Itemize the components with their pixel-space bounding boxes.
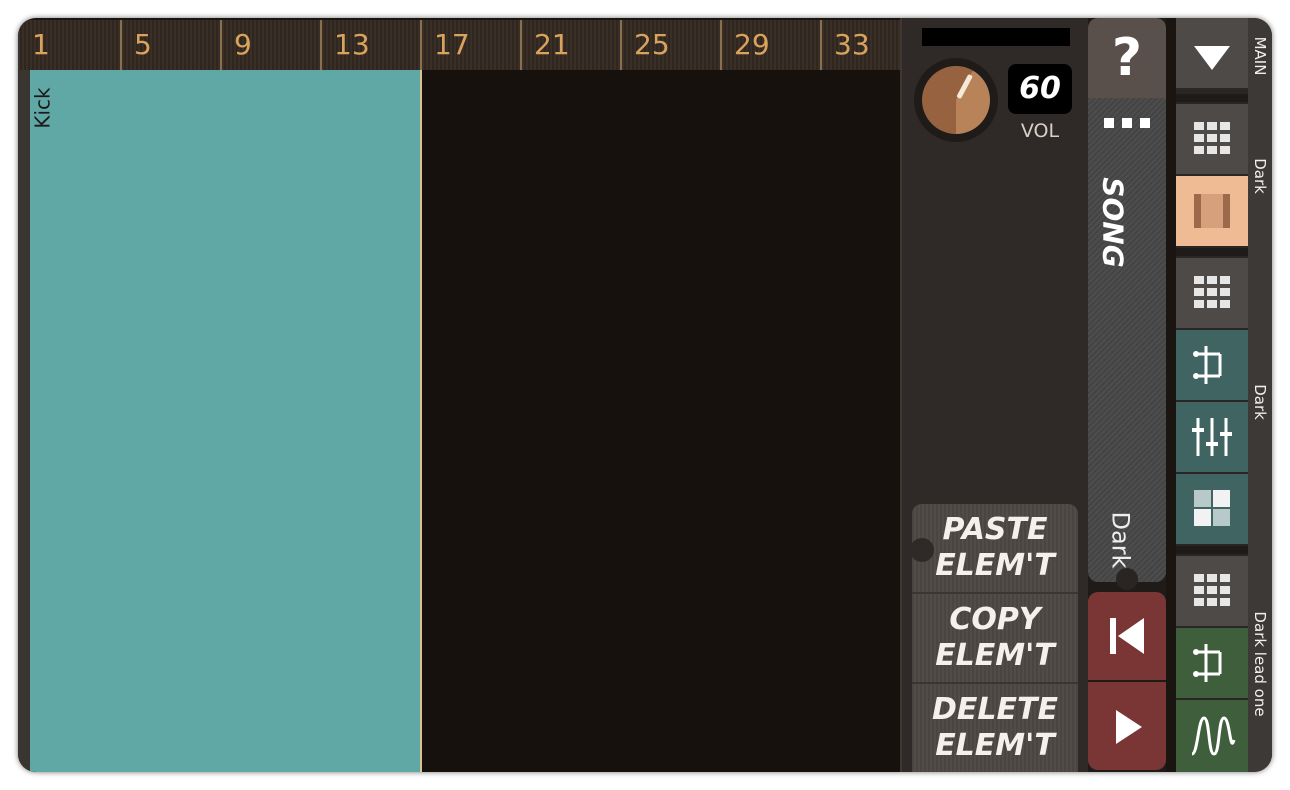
play-icon: [1116, 710, 1142, 744]
song-column: ? SONG Dark: [1088, 18, 1166, 772]
bar-number: 29: [734, 28, 770, 61]
synth-routing-button[interactable]: [1176, 628, 1248, 698]
effect-routing-button[interactable]: [1176, 330, 1248, 400]
paste-element-button[interactable]: PASTE ELEM'T: [912, 504, 1078, 594]
bar-number: 5: [134, 28, 152, 61]
song-label-text: SONG: [1096, 177, 1130, 268]
mixer-sliders-icon: [1192, 418, 1232, 456]
bar-number: 25: [634, 28, 670, 61]
bar-number: 1: [32, 28, 50, 61]
bar-marker-13: 13: [320, 20, 370, 70]
group-label-column: MAIN Dark Dark Dark lead one: [1248, 18, 1272, 772]
bar-marker-21: 21: [520, 20, 570, 70]
bar-number: 21: [534, 28, 570, 61]
volume-knob[interactable]: [914, 58, 998, 142]
play-button[interactable]: [1088, 682, 1166, 770]
menu-dots-icon: [1104, 118, 1150, 128]
bar-marker-33: 33: [820, 20, 870, 70]
copy-element-button[interactable]: COPY ELEM'T: [912, 594, 1078, 684]
group-label-1: Dark: [1251, 158, 1269, 194]
rewind-button[interactable]: [1088, 592, 1166, 680]
delete-label-1: DELETE: [932, 692, 1058, 727]
group-label-2: Dark: [1251, 384, 1269, 420]
paste-label-2: ELEM'T: [935, 548, 1055, 583]
help-button[interactable]: ?: [1088, 18, 1166, 98]
group-label-main: MAIN: [1251, 36, 1269, 76]
song-tab-label: SONG: [1096, 160, 1158, 290]
pattern-grid-icon: [1194, 122, 1230, 154]
main-menu-button[interactable]: [1176, 18, 1248, 88]
pattern-button-3[interactable]: [1176, 556, 1248, 626]
pattern-button-2[interactable]: [1176, 258, 1248, 328]
bar-number: 13: [334, 28, 370, 61]
bar-number: 17: [434, 28, 470, 61]
pattern-grid-icon: [1194, 276, 1230, 308]
delete-element-button[interactable]: DELETE ELEM'T: [912, 684, 1078, 772]
song-mode-button[interactable]: [1176, 176, 1248, 246]
level-meter: [922, 28, 1070, 46]
quadrant-button[interactable]: [1176, 474, 1248, 544]
tab-handle-icon: [1116, 568, 1138, 590]
pattern-button-1[interactable]: [1176, 104, 1248, 174]
song-pattern-name: Dark: [1096, 498, 1158, 578]
instrument-column: [1176, 18, 1272, 772]
waveform-icon: [1190, 716, 1236, 756]
knob-indicator: [956, 73, 973, 100]
bar-marker-17: 17: [420, 20, 470, 70]
song-tab[interactable]: SONG Dark: [1088, 98, 1166, 582]
bar-marker-25: 25: [620, 20, 670, 70]
element-actions: PASTE ELEM'T COPY ELEM'T DELETE ELEM'T: [912, 504, 1078, 772]
copy-label-2: ELEM'T: [935, 638, 1055, 673]
control-panel: 60 VOL PASTE ELEM'T COPY ELEM'T DELETE E…: [900, 18, 1088, 772]
dropdown-triangle-icon: [1194, 46, 1230, 70]
transport-controls: [1088, 592, 1166, 772]
bar-number: 33: [834, 28, 870, 61]
skip-back-icon: [1110, 618, 1144, 654]
track-name: Kick: [30, 87, 55, 129]
group-label-3: Dark lead one: [1251, 611, 1269, 717]
pattern-grid-icon: [1194, 574, 1230, 606]
left-border-strip: [18, 18, 30, 772]
song-bars-icon: [1194, 194, 1230, 228]
delete-label-2: ELEM'T: [935, 728, 1055, 763]
bar-marker-9: 9: [220, 20, 252, 70]
volume-value: 60: [1008, 64, 1072, 114]
bar-number: 9: [234, 28, 252, 61]
waveform-button[interactable]: [1176, 700, 1248, 772]
volume-label: VOL: [1020, 120, 1060, 142]
bar-marker-29: 29: [720, 20, 770, 70]
mixer-button[interactable]: [1176, 402, 1248, 472]
bar-marker-5: 5: [120, 20, 152, 70]
copy-label-1: COPY: [949, 602, 1041, 637]
grid-quadrant-icon: [1194, 490, 1230, 526]
song-pattern-text: Dark: [1106, 511, 1135, 569]
effect-routing-icon: [1193, 644, 1222, 682]
song-track-area[interactable]: Kick: [30, 70, 900, 772]
song-clip[interactable]: [30, 70, 422, 772]
track-label: Kick: [31, 80, 66, 140]
effect-routing-icon: [1193, 346, 1222, 384]
app-window: 1 5 9 13 17 21 25 29 33 Kick 60 VOL PAST…: [18, 18, 1272, 772]
paste-label-1: PASTE: [942, 512, 1048, 547]
timeline-ruler[interactable]: 1 5 9 13 17 21 25 29 33: [20, 20, 900, 70]
knob-face: [922, 66, 990, 134]
